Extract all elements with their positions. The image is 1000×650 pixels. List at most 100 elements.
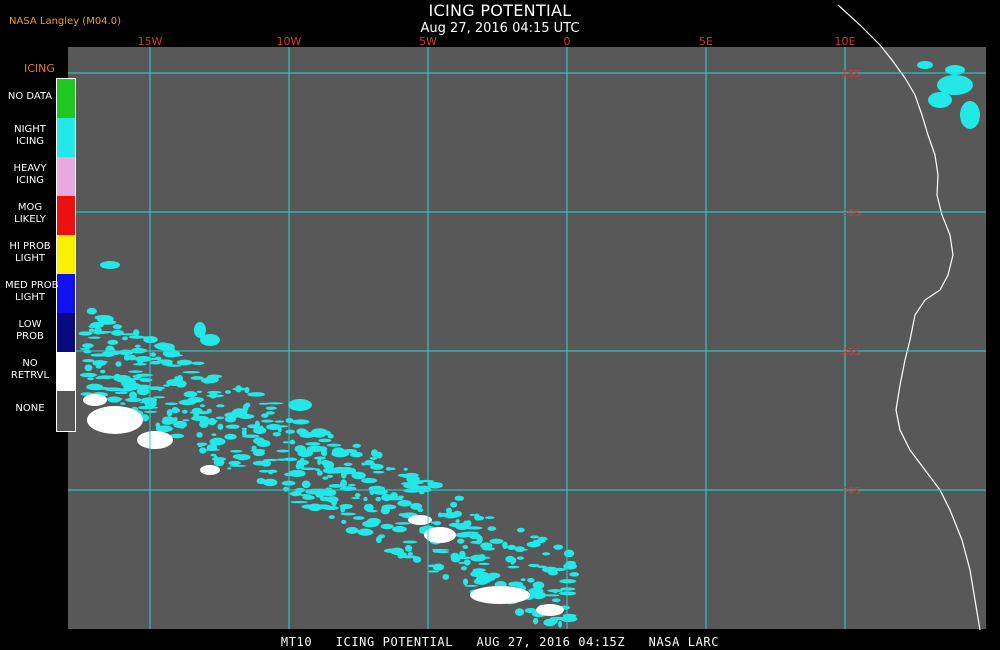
icing-cell	[507, 544, 517, 550]
icing-cell	[560, 587, 576, 591]
legend-label: NO DATA	[7, 91, 53, 102]
icing-cell	[87, 377, 94, 381]
icing-cell	[125, 397, 143, 403]
icing-cell	[225, 424, 240, 429]
icing-cell	[95, 365, 102, 369]
latitude-label: 15S	[841, 69, 860, 80]
icing-cell	[161, 418, 174, 425]
icing-cell	[217, 423, 224, 430]
icing-cell	[553, 544, 564, 550]
icing-cell	[516, 527, 525, 533]
icing-cell	[166, 379, 184, 386]
footer-caption: MT10 ICING POTENTIAL AUG 27, 2016 04:15Z…	[280, 635, 720, 649]
icing-cell	[407, 552, 414, 556]
icing-cell	[464, 584, 478, 587]
icing-cell	[460, 566, 467, 571]
icing-cell	[417, 508, 424, 513]
icing-cell	[403, 483, 419, 489]
icing-cell	[82, 343, 94, 349]
icing-cell	[290, 500, 308, 504]
icing-cell	[323, 461, 335, 469]
legend-label: HEAVY ICING	[13, 163, 47, 186]
icing-cell	[532, 539, 546, 544]
icing-cell	[551, 598, 561, 603]
icing-cell	[104, 397, 123, 401]
icing-cell	[489, 538, 504, 544]
icing-cell	[84, 364, 93, 372]
icing-cell	[562, 613, 577, 618]
icing-cell	[532, 617, 539, 625]
legend-swatch	[57, 157, 75, 196]
legend-swatch	[57, 274, 75, 313]
icing-cell	[256, 439, 271, 448]
icing-cell	[375, 451, 383, 459]
icing-cell	[136, 356, 142, 363]
icing-cell	[266, 423, 282, 431]
icing-cell	[134, 355, 153, 362]
icing-cell	[527, 577, 535, 583]
icing-cell	[427, 482, 443, 489]
icing-cell	[552, 567, 567, 572]
icing-cell	[96, 330, 112, 334]
icing-cell	[78, 331, 93, 336]
legend-swatch	[57, 391, 75, 430]
no-retrieval-patch	[87, 406, 143, 434]
icing-cell	[194, 322, 206, 338]
icing-cell	[90, 353, 106, 357]
icing-cell	[120, 402, 126, 405]
icing-cell	[166, 353, 183, 357]
longitude-label: 5E	[699, 35, 713, 48]
icing-cell	[132, 363, 147, 366]
icing-cell	[289, 491, 302, 497]
icing-cell	[328, 515, 335, 519]
icing-cell	[487, 572, 501, 579]
longitude-label: 0	[564, 35, 571, 48]
icing-cell	[320, 505, 332, 509]
icing-cell	[380, 506, 390, 515]
icing-cell	[378, 534, 386, 539]
icing-cell	[114, 391, 129, 395]
icing-cell	[404, 544, 413, 552]
icing-cell	[227, 467, 232, 470]
icing-cell	[437, 513, 447, 517]
icing-cell	[82, 359, 95, 363]
icing-cell	[193, 412, 200, 419]
icing-cell	[211, 457, 227, 461]
longitude-label: 10W	[277, 35, 302, 48]
icing-cell	[385, 466, 392, 471]
no-retrieval-patch	[137, 431, 173, 449]
icing-cell	[206, 408, 212, 414]
icing-cell	[454, 495, 465, 501]
icing-cell	[172, 408, 181, 413]
icing-cell	[340, 512, 357, 516]
icing-cell	[917, 61, 933, 69]
legend-label: HI PROB LIGHT	[9, 241, 51, 264]
legend-title: ICING	[24, 62, 55, 75]
icing-cell	[100, 261, 120, 269]
icing-cell	[450, 501, 458, 508]
icing-cell	[552, 619, 558, 623]
icing-cell	[258, 425, 264, 433]
icing-cell	[473, 578, 489, 585]
icing-cell	[401, 555, 417, 559]
icing-cell	[341, 519, 347, 524]
icing-cell	[296, 459, 304, 466]
icing-cell	[285, 417, 294, 424]
icing-cell	[380, 523, 394, 530]
icing-cell	[469, 533, 481, 540]
icing-cell	[182, 371, 201, 374]
icing-cell	[112, 324, 122, 330]
icing-cell	[206, 394, 225, 398]
icing-cell	[311, 430, 327, 438]
icing-cell	[237, 413, 255, 420]
legend-label: NO RETRVL	[10, 358, 50, 381]
icing-cell	[191, 361, 205, 365]
icing-cell	[478, 562, 490, 566]
icing-cell	[154, 356, 162, 361]
icing-cell	[392, 526, 407, 533]
icing-cell	[351, 496, 361, 500]
icing-cell	[88, 324, 100, 329]
icing-cell	[113, 373, 122, 382]
icing-cell	[352, 443, 361, 448]
icing-cell	[121, 333, 138, 336]
